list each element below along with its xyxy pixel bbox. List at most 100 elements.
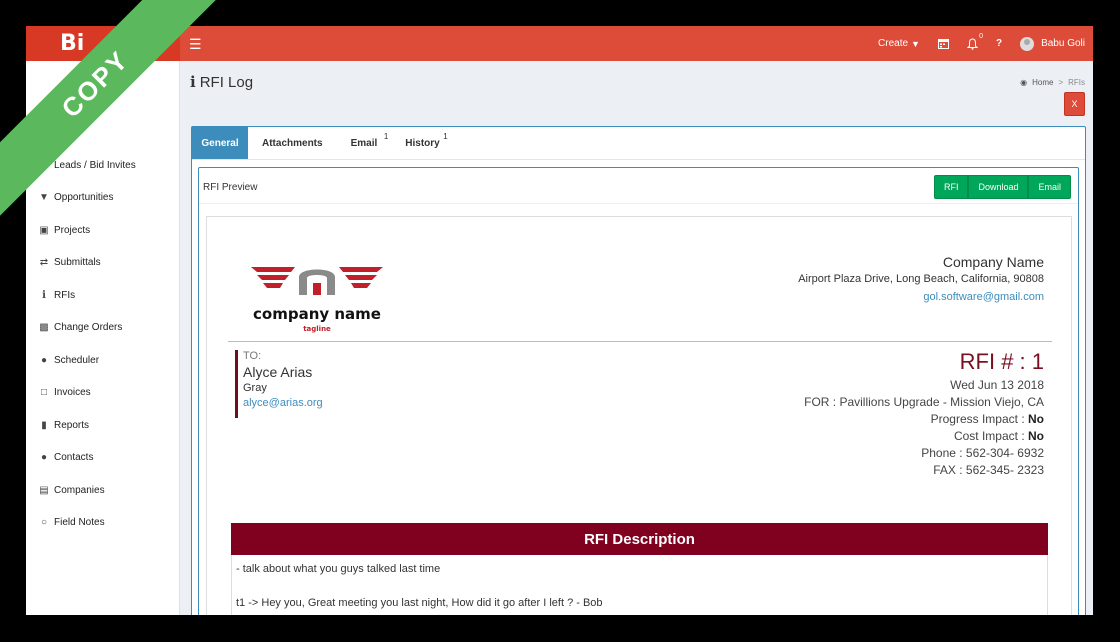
email-button[interactable]: Email xyxy=(1028,175,1071,199)
top-navbar: Bi ☰ Create ▼ 0 ? Babu Goli xyxy=(26,26,1093,61)
tab-general[interactable]: General xyxy=(192,127,248,159)
exchange-icon: ⇄ xyxy=(39,257,49,269)
breadcrumb-home[interactable]: Home xyxy=(1032,78,1053,87)
description-line: - talk about what you guys talked last t… xyxy=(236,563,441,575)
company-info: Company Name Airport Plaza Drive, Long B… xyxy=(798,254,1044,303)
sidebar-item-scheduler[interactable]: ● Scheduler xyxy=(26,344,180,377)
main-content: i RFI Log ◉ Home > RFIs X General Attach… xyxy=(180,61,1093,615)
folder-icon: ▩ xyxy=(39,322,49,334)
preview-actions: RFI Download Email xyxy=(933,175,1071,199)
preview-header: RFI Preview RFI Download Email xyxy=(199,168,1078,204)
company-name: Company Name xyxy=(942,254,1044,270)
company-logo: company name tagline xyxy=(251,267,383,333)
breadcrumb-separator: > xyxy=(1058,78,1064,87)
sidebar-item-label: Invoices xyxy=(54,387,91,399)
tab-label: History xyxy=(405,137,440,149)
sidebar-item-rfis[interactable]: i RFIs xyxy=(26,279,180,312)
tab-history[interactable]: History 1 xyxy=(391,127,453,159)
company-email-link[interactable]: gol.software@gmail.com xyxy=(798,291,1044,303)
sidebar-item-invoices[interactable]: □ Invoices xyxy=(26,377,180,410)
tab-attachments[interactable]: Attachments xyxy=(248,127,337,159)
tab-label: Attachments xyxy=(262,137,323,149)
tab-count: 1 xyxy=(383,132,389,141)
create-label: Create xyxy=(878,38,909,49)
filter-icon: ▼ xyxy=(39,192,49,204)
notification-count: 0 xyxy=(979,32,983,40)
users-icon: ● xyxy=(40,354,48,366)
breadcrumb-current: RFIs xyxy=(1068,78,1085,87)
download-button[interactable]: Download xyxy=(968,175,1029,199)
fax-line: FAX : 562-345- 2323 xyxy=(933,463,1044,477)
sidebar-item-label: Field Notes xyxy=(54,517,105,529)
rfi-date: Wed Jun 13 2018 xyxy=(950,378,1044,392)
rfi-details: RFI # : 1 Wed Jun 13 2018 FOR : Pavillio… xyxy=(804,349,1044,477)
sidebar-item-label: RFIs xyxy=(54,289,76,301)
calendar-icon[interactable] xyxy=(937,38,949,49)
user-icon: ● xyxy=(40,452,48,464)
sidebar-item-label: Reports xyxy=(54,419,90,431)
recipient-block: TO: Alyce Arias Gray alyce@arias.org xyxy=(235,350,323,418)
user-menu[interactable]: Babu Goli xyxy=(1020,36,1085,51)
breadcrumb: ◉ Home > RFIs xyxy=(1020,78,1085,87)
phone-line: Phone : 562-304- 6932 xyxy=(921,446,1044,460)
sidebar-item-label: Companies xyxy=(54,484,105,496)
help-icon[interactable]: ? xyxy=(996,38,1002,49)
create-menu-button[interactable]: Create ▼ xyxy=(878,38,920,49)
institution-icon: ▤ xyxy=(39,484,49,496)
sidebar-item-label: Projects xyxy=(54,224,91,236)
cost-impact-label: Cost Impact : xyxy=(953,429,1028,443)
rfi-for: FOR : Pavillions Upgrade - Mission Viejo… xyxy=(804,395,1044,409)
preview-title: RFI Preview xyxy=(203,182,258,193)
close-button[interactable]: X xyxy=(1064,92,1085,116)
sidebar-item-label: Leads / Bid Invites xyxy=(54,159,136,171)
rfi-panel: General Attachments Email 1 History 1 RFI … xyxy=(191,126,1086,615)
recipient-name: Alyce Arias xyxy=(243,364,313,380)
progress-impact-label: Progress Impact : xyxy=(930,412,1028,426)
tab-bar: General Attachments Email 1 History 1 xyxy=(192,127,1085,160)
info-icon: i xyxy=(190,73,196,91)
sidebar-item-change-orders[interactable]: ▩ Change Orders xyxy=(26,312,180,345)
sidebar-item-label: Contacts xyxy=(54,452,94,464)
sidebar-item-reports[interactable]: ▮ Reports xyxy=(26,409,180,442)
description-body: - talk about what you guys talked last t… xyxy=(231,555,1048,615)
bell-icon xyxy=(966,37,978,50)
sidebar-item-label: Change Orders xyxy=(54,322,123,334)
rfi-preview-panel: RFI Preview RFI Download Email company n… xyxy=(198,167,1079,615)
bar-chart-icon: ▮ xyxy=(41,419,47,431)
sidebar-item-label: Opportunities xyxy=(54,192,114,204)
company-address: Airport Plaza Drive, Long Beach, Califor… xyxy=(798,273,1044,285)
sidebar-item-submittals[interactable]: ⇄ Submittals xyxy=(26,247,180,280)
progress-impact-value: No xyxy=(1028,412,1044,426)
comment-icon: ○ xyxy=(40,517,48,529)
app-window: Bi ☰ Create ▼ 0 ? Babu Goli ✉Leads / Bi xyxy=(26,26,1093,615)
divider xyxy=(228,341,1052,342)
sidebar-item-field-notes[interactable]: ○ Field Notes xyxy=(26,507,180,540)
sidebar-nav: ✉Leads / Bid Invites ▼Opportunities ▣Pro… xyxy=(26,149,180,539)
tab-email[interactable]: Email 1 xyxy=(337,127,392,159)
sidebar-item-label: Scheduler xyxy=(54,354,100,366)
info-icon: i xyxy=(42,289,46,301)
sidebar-item-companies[interactable]: ▤ Companies xyxy=(26,474,180,507)
chevron-down-icon: ▼ xyxy=(911,38,920,49)
notifications-button[interactable]: 0 xyxy=(966,33,983,50)
briefcase-icon: ▣ xyxy=(39,224,49,236)
sidebar-item-projects[interactable]: ▣ Projects xyxy=(26,214,180,247)
navbar-right: Create ▼ 0 ? Babu Goli xyxy=(878,26,1085,61)
sidebar-item-opportunities[interactable]: ▼ Opportunities xyxy=(26,182,180,215)
description-line: t1 -> Hey you, Great meeting you last ni… xyxy=(236,597,603,609)
recipient-email-link[interactable]: alyce@arias.org xyxy=(243,397,323,409)
user-name: Babu Goli xyxy=(1041,38,1085,49)
sidebar-item-label: Submittals xyxy=(54,257,101,269)
sidebar-item-contacts[interactable]: ● Contacts xyxy=(26,442,180,475)
rfi-document: company name tagline Company Name Airpor… xyxy=(206,216,1072,615)
avatar xyxy=(1020,36,1035,51)
progress-impact: Progress Impact : No xyxy=(804,412,1044,426)
tab-count: 1 xyxy=(443,132,448,141)
cost-impact: Cost Impact : No xyxy=(804,429,1044,443)
tab-label: Email xyxy=(350,137,378,149)
sidebar-toggle-icon[interactable]: ☰ xyxy=(189,36,202,53)
to-label: TO: xyxy=(243,350,262,362)
dashboard-icon: ◉ xyxy=(1020,78,1028,87)
brand-logo[interactable]: Bi xyxy=(60,31,84,56)
rfi-button[interactable]: RFI xyxy=(933,175,969,199)
